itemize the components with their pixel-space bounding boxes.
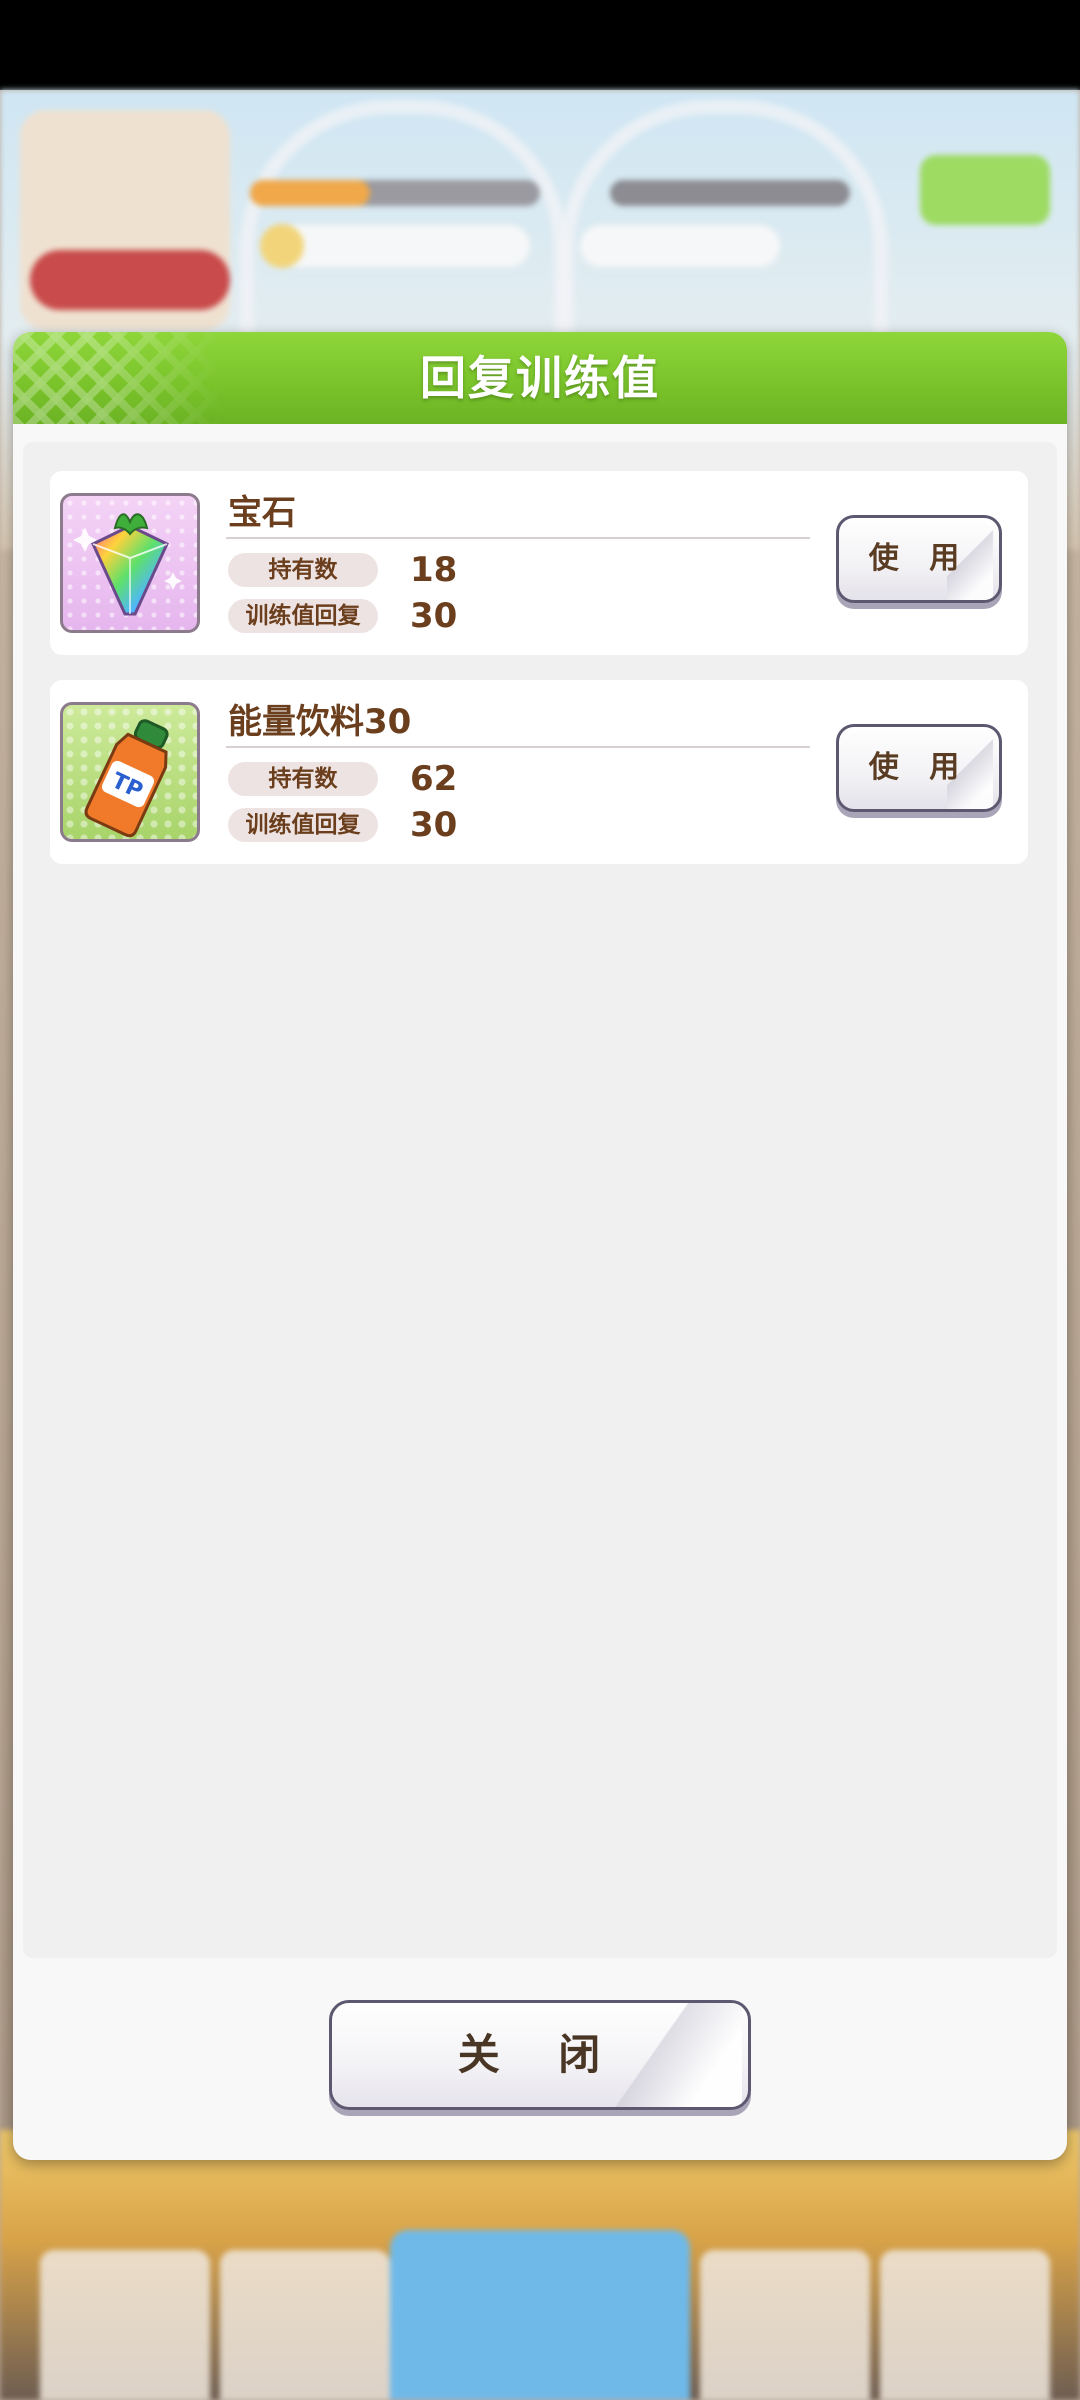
background-exp-bar-fill (250, 180, 370, 206)
owned-label: 持有数 (228, 553, 378, 587)
list-item-energy-drink: TP 能量饮料30 持有数 62 训练值回复 30 使 用 (50, 680, 1028, 864)
use-button-label: 使 用 (868, 541, 970, 576)
background-profile-badge (30, 250, 230, 310)
energy-drink-graphic: TP (84, 719, 169, 838)
owned-value: 62 (410, 759, 458, 799)
item-name: 能量饮料30 (228, 702, 412, 742)
dialog-title: 回复训练值 (420, 351, 660, 405)
recover-label: 训练值回复 (228, 808, 378, 842)
recover-value: 30 (410, 596, 458, 636)
status-bar (0, 0, 1080, 90)
item-divider (226, 537, 810, 539)
recover-value: 30 (410, 805, 458, 845)
background-coin-icon (260, 224, 304, 268)
background-tab (700, 2250, 870, 2400)
close-button[interactable]: 关 闭 (329, 2000, 751, 2110)
item-name: 宝石 (228, 493, 296, 533)
background-tab (880, 2250, 1050, 2400)
background-tab (40, 2250, 210, 2400)
background-tab (220, 2250, 390, 2400)
tp-energy-drink-icon: TP (60, 702, 200, 842)
item-list[interactable]: 宝石 持有数 18 训练值回复 30 使 用 TP 能量饮料30 持有数 62 … (23, 442, 1057, 1958)
background-ticket-pill (580, 225, 780, 267)
rainbow-gem-graphic (73, 513, 182, 616)
owned-label: 持有数 (228, 762, 378, 796)
recover-label: 训练值回复 (228, 599, 378, 633)
use-button-label: 使 用 (868, 750, 970, 785)
item-divider (226, 746, 810, 748)
recover-training-dialog: 回复训练值 宝石 持有数 18 训练值回复 30 使 用 TP 能量饮料30 持… (13, 332, 1067, 2160)
dialog-header: 回复训练值 (13, 332, 1067, 424)
background-green-button (920, 155, 1050, 225)
list-item-gem: 宝石 持有数 18 训练值回复 30 使 用 (50, 471, 1028, 655)
use-gem-button[interactable]: 使 用 (836, 515, 1002, 603)
close-button-label: 关 闭 (457, 2030, 623, 2079)
background-coin-pill (270, 225, 530, 267)
owned-value: 18 (410, 550, 458, 590)
use-energy-drink-button[interactable]: 使 用 (836, 724, 1002, 812)
rainbow-gem-icon (60, 493, 200, 633)
background-tp-bar (610, 180, 850, 206)
background-tab-center (390, 2230, 690, 2400)
